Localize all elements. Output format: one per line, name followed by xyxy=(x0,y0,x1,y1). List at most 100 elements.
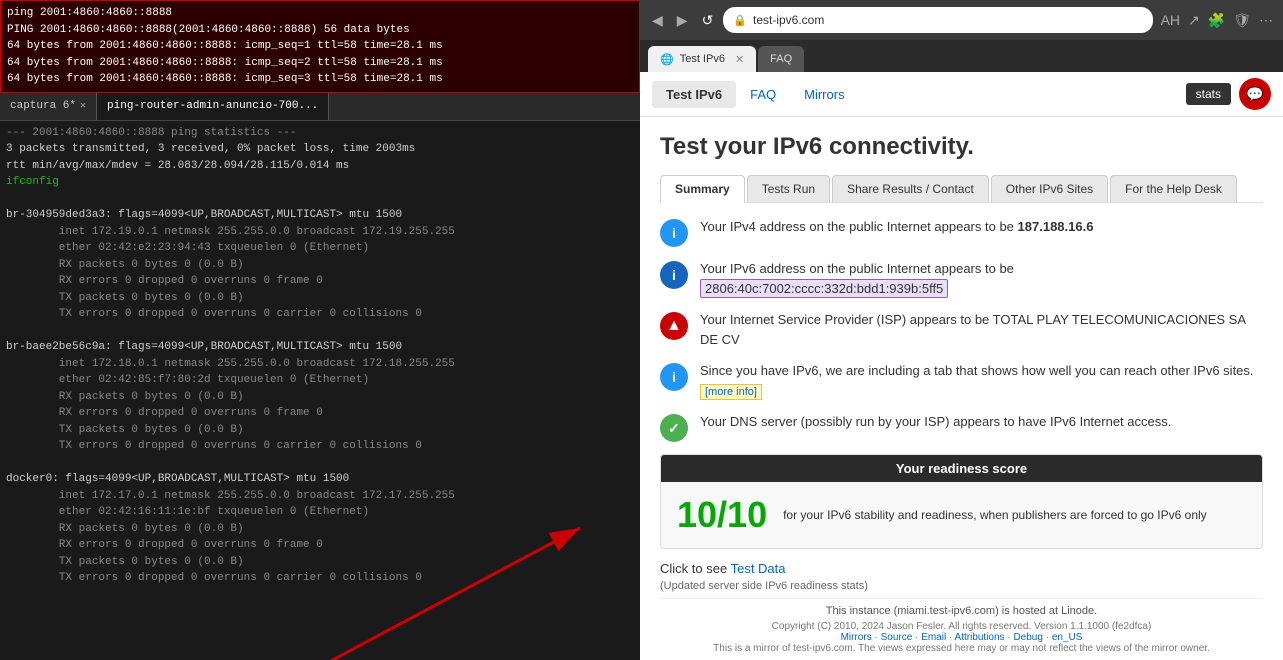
info-row-ipv4: i Your IPv4 address on the public Intern… xyxy=(660,217,1263,247)
hosted-info: This instance (miami.test-ipv6.com) is h… xyxy=(660,598,1263,617)
chat-icon[interactable]: 💬 xyxy=(1239,78,1271,110)
site-navigation: Test IPv6 FAQ Mirrors stats 💬 xyxy=(640,72,1283,117)
readiness-body: 10/10 for your IPv6 stability and readin… xyxy=(661,482,1262,548)
site-nav-faq[interactable]: FAQ xyxy=(736,81,790,108)
test-data-link[interactable]: Test Data xyxy=(731,561,786,576)
browser-panel: ◀ ▶ ↺ 🔒 test-ipv6.com AH ↗ 🧩 🛡 ⋯ 🌐 Test … xyxy=(640,0,1283,660)
site-nav-stats[interactable]: stats xyxy=(1186,83,1231,105)
terminal-line: ether 02:42:16:11:1e:bf txqueuelen 0 (Et… xyxy=(6,504,634,521)
tab-summary[interactable]: Summary xyxy=(660,175,745,203)
terminal-tab-label: ping-router-admin-anuncio-700... xyxy=(107,100,318,112)
info-row-isp: ▲ Your Internet Service Provider (ISP) a… xyxy=(660,310,1263,349)
terminal-line: RX packets 0 bytes 0 (0.0 B) xyxy=(6,521,634,538)
info-text-ipv4: Your IPv4 address on the public Internet… xyxy=(700,217,1093,237)
terminal-line: 64 bytes from 2001:4860:4860::8888: icmp… xyxy=(7,71,633,88)
terminal-line: TX packets 0 bytes 0 (0.0 B) xyxy=(6,422,634,439)
browser-back-button[interactable]: ◀ xyxy=(648,10,667,31)
info-icon-ipv4: i xyxy=(660,219,688,247)
browser-tabs: 🌐 Test IPv6 ✕ FAQ xyxy=(640,40,1283,72)
more-info-link[interactable]: [more info] xyxy=(700,384,762,400)
readiness-section: Your readiness score 10/10 for your IPv6… xyxy=(660,454,1263,549)
terminal-line: 64 bytes from 2001:4860:4860::8888: icmp… xyxy=(7,55,633,72)
translate-icon[interactable]: AH xyxy=(1159,10,1182,30)
info-icon-dns: ✓ xyxy=(660,414,688,442)
terminal-line: TX errors 0 dropped 0 overruns 0 carrier… xyxy=(6,306,634,323)
tab-help-desk[interactable]: For the Help Desk xyxy=(1110,175,1237,202)
browser-toolbar-icons: AH ↗ 🧩 🛡 ⋯ xyxy=(1159,10,1275,31)
terminal-line: inet 172.17.0.1 netmask 255.255.0.0 broa… xyxy=(6,488,634,505)
terminal-line: TX errors 0 dropped 0 overruns 0 carrier… xyxy=(6,570,634,587)
readiness-description: for your IPv6 stability and readiness, w… xyxy=(783,508,1207,522)
terminal-line: ether 02:42:85:f7:80:2d txqueuelen 0 (Et… xyxy=(6,372,634,389)
settings-icon[interactable]: ⋯ xyxy=(1257,10,1275,31)
terminal-line: ether 02:42:e2:23:94:43 txqueuelen 0 (Et… xyxy=(6,240,634,257)
test-data-row: Click to see Test Data xyxy=(660,561,1263,576)
tab-label: FAQ xyxy=(770,53,792,65)
extension-icon[interactable]: 🧩 xyxy=(1206,10,1227,31)
terminal-line: TX packets 0 bytes 0 (0.0 B) xyxy=(6,290,634,307)
terminal-line: br-304959ded3a3: flags=4099<UP,BROADCAST… xyxy=(6,207,634,224)
terminal-line: TX packets 0 bytes 0 (0.0 B) xyxy=(6,554,634,571)
terminal-line: ping 2001:4860:4860::8888 xyxy=(7,5,633,22)
browser-toolbar: ◀ ▶ ↺ 🔒 test-ipv6.com AH ↗ 🧩 🛡 ⋯ xyxy=(640,0,1283,40)
footer-link-source[interactable]: Source xyxy=(881,632,913,643)
terminal-line: rtt min/avg/max/mdev = 28.083/28.094/28.… xyxy=(6,158,634,175)
browser-tab-test-ipv6[interactable]: 🌐 Test IPv6 ✕ xyxy=(648,46,756,72)
browser-tab-faq[interactable]: FAQ xyxy=(758,46,804,72)
terminal-line: ifconfig xyxy=(6,174,634,191)
terminal-line: inet 172.19.0.1 netmask 255.255.0.0 broa… xyxy=(6,224,634,241)
info-icon-ipv6: i xyxy=(660,261,688,289)
terminal-line: inet 172.18.0.1 netmask 255.255.0.0 broa… xyxy=(6,356,634,373)
terminal-line xyxy=(6,323,634,340)
footer-link-email[interactable]: Email xyxy=(921,632,946,643)
readiness-header: Your readiness score xyxy=(661,455,1262,482)
terminal-line: RX packets 0 bytes 0 (0.0 B) xyxy=(6,389,634,406)
footer-link-debug[interactable]: Debug xyxy=(1013,632,1042,643)
tab-other-ipv6[interactable]: Other IPv6 Sites xyxy=(991,175,1108,202)
browser-address-bar[interactable]: 🔒 test-ipv6.com xyxy=(723,7,1152,33)
browser-forward-button[interactable]: ▶ xyxy=(673,10,692,31)
info-icon-tab: i xyxy=(660,363,688,391)
terminal-tab-label: captura 6* xyxy=(10,100,76,112)
footer-copyright: Copyright (C) 2010, 2024 Jason Fesler. A… xyxy=(772,621,1152,632)
tab-label: Test IPv6 xyxy=(680,53,725,65)
info-text-dns: Your DNS server (possibly run by your IS… xyxy=(700,412,1171,432)
site-nav-mirrors[interactable]: Mirrors xyxy=(790,81,858,108)
tab-close[interactable]: ✕ xyxy=(735,53,744,66)
site-nav-test-ipv6[interactable]: Test IPv6 xyxy=(652,81,736,108)
terminal-line: --- 2001:4860:4860::8888 ping statistics… xyxy=(6,125,634,142)
terminal-panel[interactable]: ping 2001:4860:4860::8888 PING 2001:4860… xyxy=(0,0,640,660)
shield-icon[interactable]: 🛡 xyxy=(1231,10,1253,31)
chat-icon-symbol: 💬 xyxy=(1246,86,1263,103)
footer-mirror-note: This is a mirror of test-ipv6.com. The v… xyxy=(660,643,1263,654)
footer-link-attributions[interactable]: Attributions xyxy=(955,632,1005,643)
terminal-line: RX errors 0 dropped 0 overruns 0 frame 0 xyxy=(6,273,634,290)
info-row-dns: ✓ Your DNS server (possibly run by your … xyxy=(660,412,1263,442)
terminal-tabs: captura 6* ✕ ping-router-admin-anuncio-7… xyxy=(0,93,640,121)
terminal-line: RX errors 0 dropped 0 overruns 0 frame 0 xyxy=(6,405,634,422)
terminal-line: br-baee2be56c9a: flags=4099<UP,BROADCAST… xyxy=(6,339,634,356)
lock-icon: 🔒 xyxy=(733,14,747,27)
terminal-tab-close[interactable]: ✕ xyxy=(80,100,86,112)
browser-refresh-button[interactable]: ↺ xyxy=(698,10,718,31)
info-icon-isp: ▲ xyxy=(660,312,688,340)
info-row-ipv6-tab: i Since you have IPv6, we are including … xyxy=(660,361,1263,400)
share-icon[interactable]: ↗ xyxy=(1186,10,1202,31)
terminal-line: TX errors 0 dropped 0 overruns 0 carrier… xyxy=(6,438,634,455)
tab-share-results[interactable]: Share Results / Contact xyxy=(832,175,989,202)
terminal-tab-captura[interactable]: captura 6* ✕ xyxy=(0,93,97,120)
test-data-label: Click to see xyxy=(660,561,727,576)
terminal-line: RX errors 0 dropped 0 overruns 0 frame 0 xyxy=(6,537,634,554)
info-text-ipv6: Your IPv6 address on the public Internet… xyxy=(700,259,1014,298)
page-title: Test your IPv6 connectivity. xyxy=(660,133,1263,161)
terminal-line xyxy=(6,191,634,208)
info-text-tab: Since you have IPv6, we are including a … xyxy=(700,361,1263,400)
footer-link-locale[interactable]: en_US xyxy=(1052,632,1083,643)
footer-link-mirrors[interactable]: Mirrors xyxy=(841,632,872,643)
tab-tests-run[interactable]: Tests Run xyxy=(747,175,830,202)
info-text-isp: Your Internet Service Provider (ISP) app… xyxy=(700,310,1263,349)
ipv6-address: 2806:40c:7002:cccc:332d:bdd1:939b:5ff5 xyxy=(700,279,948,298)
footer-links: Copyright (C) 2010, 2024 Jason Fesler. A… xyxy=(660,621,1263,643)
terminal-tab-ping[interactable]: ping-router-admin-anuncio-700... xyxy=(97,93,329,120)
browser-url: test-ipv6.com xyxy=(753,13,824,27)
